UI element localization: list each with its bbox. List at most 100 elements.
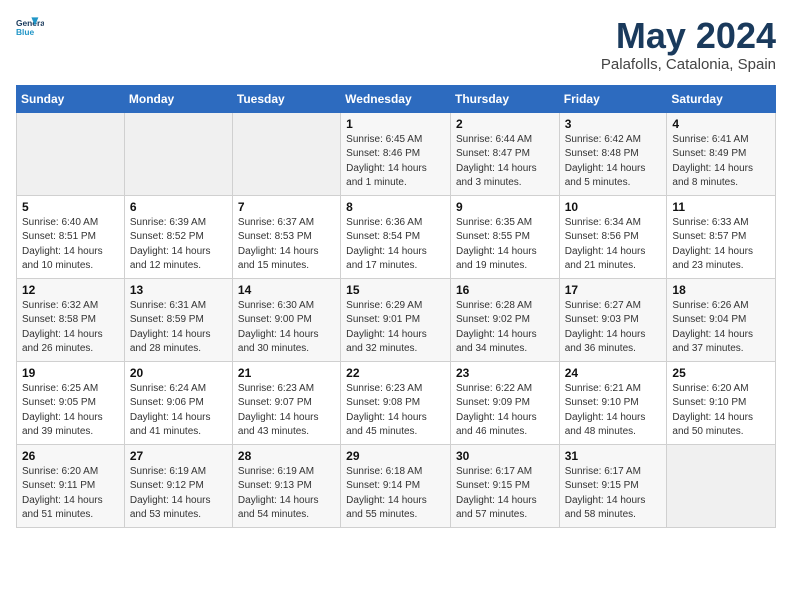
day-info: Sunrise: 6:36 AM Sunset: 8:54 PM Dayligh… <box>346 216 445 274</box>
day-number: 28 <box>238 449 335 463</box>
day-number: 11 <box>672 200 770 214</box>
calendar-cell: 27Sunrise: 6:19 AM Sunset: 9:12 PM Dayli… <box>124 444 232 527</box>
day-number: 15 <box>346 283 445 297</box>
calendar-cell: 12 Sunrise: 6:32 AM Sunset: 8:58 PM Dayli… <box>17 278 125 361</box>
day-number: 23 <box>456 366 554 380</box>
day-info: Sunrise: 6:25 AM Sunset: 9:05 PM Dayligh… <box>22 382 119 440</box>
day-info: Sunrise: 6:29 AM Sunset: 9:01 PM Dayligh… <box>346 299 445 357</box>
logo: General Blue <box>16 16 44 44</box>
day-header-saturday: Saturday <box>667 85 776 112</box>
calendar-cell: 31 Sunrise: 6:17 AM Sunset: 9:15 PM Dayli… <box>559 444 667 527</box>
day-header-wednesday: Wednesday <box>341 85 451 112</box>
svg-text:Blue: Blue <box>16 27 34 37</box>
day-info: Sunrise: 6:39 AM Sunset: 8:52 PM Dayligh… <box>130 216 227 274</box>
calendar-week-row: 5 Sunrise: 6:40 AM Sunset: 8:51 PM Daylig… <box>17 195 776 278</box>
day-info: Sunrise: 6:23 AM Sunset: 9:07 PM Dayligh… <box>238 382 335 440</box>
day-number: 21 <box>238 366 335 380</box>
calendar-cell: 30 Sunrise: 6:17 AM Sunset: 9:15 PM Dayli… <box>450 444 559 527</box>
day-info: Sunrise: 6:18 AM Sunset: 9:14 PM Dayligh… <box>346 465 445 523</box>
day-info: Sunrise: 6:17 AM Sunset: 9:15 PM Dayligh… <box>565 465 662 523</box>
calendar-cell: 9Sunrise: 6:35 AM Sunset: 8:55 PM Daylig… <box>450 195 559 278</box>
day-header-friday: Friday <box>559 85 667 112</box>
day-number: 4 <box>672 117 770 131</box>
day-header-monday: Monday <box>124 85 232 112</box>
month-title: May 2024 <box>601 16 776 56</box>
calendar-cell <box>667 444 776 527</box>
day-number: 12 <box>22 283 119 297</box>
day-number: 30 <box>456 449 554 463</box>
calendar-cell: 3 Sunrise: 6:42 AM Sunset: 8:48 PM Daylig… <box>559 112 667 195</box>
calendar-cell: 16 Sunrise: 6:28 AM Sunset: 9:02 PM Dayli… <box>450 278 559 361</box>
day-info: Sunrise: 6:30 AM Sunset: 9:00 PM Dayligh… <box>238 299 335 357</box>
day-info: Sunrise: 6:40 AM Sunset: 8:51 PM Dayligh… <box>22 216 119 274</box>
day-number: 5 <box>22 200 119 214</box>
day-number: 13 <box>130 283 227 297</box>
calendar-cell: 29Sunrise: 6:18 AM Sunset: 9:14 PM Dayli… <box>341 444 451 527</box>
day-number: 14 <box>238 283 335 297</box>
calendar-cell: 2 Sunrise: 6:44 AM Sunset: 8:47 PM Daylig… <box>450 112 559 195</box>
calendar-cell: 10Sunrise: 6:34 AM Sunset: 8:56 PM Dayli… <box>559 195 667 278</box>
calendar-cell: 23 Sunrise: 6:22 AM Sunset: 9:09 PM Dayli… <box>450 361 559 444</box>
day-info: Sunrise: 6:22 AM Sunset: 9:09 PM Dayligh… <box>456 382 554 440</box>
day-number: 2 <box>456 117 554 131</box>
calendar-week-row: 19 Sunrise: 6:25 AM Sunset: 9:05 PM Dayli… <box>17 361 776 444</box>
calendar-cell: 28Sunrise: 6:19 AM Sunset: 9:13 PM Dayli… <box>232 444 340 527</box>
day-number: 18 <box>672 283 770 297</box>
day-info: Sunrise: 6:32 AM Sunset: 8:58 PM Dayligh… <box>22 299 119 357</box>
day-info: Sunrise: 6:17 AM Sunset: 9:15 PM Dayligh… <box>456 465 554 523</box>
day-number: 8 <box>346 200 445 214</box>
day-info: Sunrise: 6:42 AM Sunset: 8:48 PM Dayligh… <box>565 133 662 191</box>
calendar-cell: 24 Sunrise: 6:21 AM Sunset: 9:10 PM Dayli… <box>559 361 667 444</box>
calendar-cell: 11Sunrise: 6:33 AM Sunset: 8:57 PM Dayli… <box>667 195 776 278</box>
day-number: 26 <box>22 449 119 463</box>
day-number: 20 <box>130 366 227 380</box>
calendar-cell: 22Sunrise: 6:23 AM Sunset: 9:08 PM Dayli… <box>341 361 451 444</box>
calendar-cell: 4 Sunrise: 6:41 AM Sunset: 8:49 PM Daylig… <box>667 112 776 195</box>
page-header: General Blue May 2024 Palafolls, Catalon… <box>16 16 776 73</box>
day-info: Sunrise: 6:20 AM Sunset: 9:10 PM Dayligh… <box>672 382 770 440</box>
day-info: Sunrise: 6:24 AM Sunset: 9:06 PM Dayligh… <box>130 382 227 440</box>
day-info: Sunrise: 6:27 AM Sunset: 9:03 PM Dayligh… <box>565 299 662 357</box>
day-info: Sunrise: 6:20 AM Sunset: 9:11 PM Dayligh… <box>22 465 119 523</box>
calendar-cell: 26 Sunrise: 6:20 AM Sunset: 9:11 PM Dayli… <box>17 444 125 527</box>
day-info: Sunrise: 6:34 AM Sunset: 8:56 PM Dayligh… <box>565 216 662 274</box>
calendar-cell: 6Sunrise: 6:39 AM Sunset: 8:52 PM Daylig… <box>124 195 232 278</box>
day-number: 31 <box>565 449 662 463</box>
calendar-cell <box>124 112 232 195</box>
day-info: Sunrise: 6:31 AM Sunset: 8:59 PM Dayligh… <box>130 299 227 357</box>
day-info: Sunrise: 6:21 AM Sunset: 9:10 PM Dayligh… <box>565 382 662 440</box>
logo-icon: General Blue <box>16 16 44 44</box>
day-number: 17 <box>565 283 662 297</box>
calendar-header-row: SundayMondayTuesdayWednesdayThursdayFrid… <box>17 85 776 112</box>
calendar-cell <box>232 112 340 195</box>
calendar-cell: 17 Sunrise: 6:27 AM Sunset: 9:03 PM Dayli… <box>559 278 667 361</box>
day-number: 3 <box>565 117 662 131</box>
day-info: Sunrise: 6:44 AM Sunset: 8:47 PM Dayligh… <box>456 133 554 191</box>
day-number: 25 <box>672 366 770 380</box>
calendar-cell <box>17 112 125 195</box>
day-number: 9 <box>456 200 554 214</box>
location-subtitle: Palafolls, Catalonia, Spain <box>601 56 776 73</box>
day-number: 19 <box>22 366 119 380</box>
calendar-cell: 19 Sunrise: 6:25 AM Sunset: 9:05 PM Dayli… <box>17 361 125 444</box>
day-number: 16 <box>456 283 554 297</box>
calendar-cell: 1 Sunrise: 6:45 AM Sunset: 8:46 PM Daylig… <box>341 112 451 195</box>
day-info: Sunrise: 6:41 AM Sunset: 8:49 PM Dayligh… <box>672 133 770 191</box>
day-header-tuesday: Tuesday <box>232 85 340 112</box>
calendar-week-row: 12 Sunrise: 6:32 AM Sunset: 8:58 PM Dayli… <box>17 278 776 361</box>
calendar-cell: 7Sunrise: 6:37 AM Sunset: 8:53 PM Daylig… <box>232 195 340 278</box>
day-info: Sunrise: 6:45 AM Sunset: 8:46 PM Dayligh… <box>346 133 445 191</box>
calendar-cell: 5 Sunrise: 6:40 AM Sunset: 8:51 PM Daylig… <box>17 195 125 278</box>
calendar-week-row: 1 Sunrise: 6:45 AM Sunset: 8:46 PM Daylig… <box>17 112 776 195</box>
day-number: 1 <box>346 117 445 131</box>
calendar-cell: 14 Sunrise: 6:30 AM Sunset: 9:00 PM Dayli… <box>232 278 340 361</box>
day-header-sunday: Sunday <box>17 85 125 112</box>
day-info: Sunrise: 6:28 AM Sunset: 9:02 PM Dayligh… <box>456 299 554 357</box>
calendar-cell: 21 Sunrise: 6:23 AM Sunset: 9:07 PM Dayli… <box>232 361 340 444</box>
day-header-thursday: Thursday <box>450 85 559 112</box>
day-info: Sunrise: 6:37 AM Sunset: 8:53 PM Dayligh… <box>238 216 335 274</box>
day-number: 24 <box>565 366 662 380</box>
calendar-cell: 18Sunrise: 6:26 AM Sunset: 9:04 PM Dayli… <box>667 278 776 361</box>
day-info: Sunrise: 6:23 AM Sunset: 9:08 PM Dayligh… <box>346 382 445 440</box>
calendar-week-row: 26 Sunrise: 6:20 AM Sunset: 9:11 PM Dayli… <box>17 444 776 527</box>
